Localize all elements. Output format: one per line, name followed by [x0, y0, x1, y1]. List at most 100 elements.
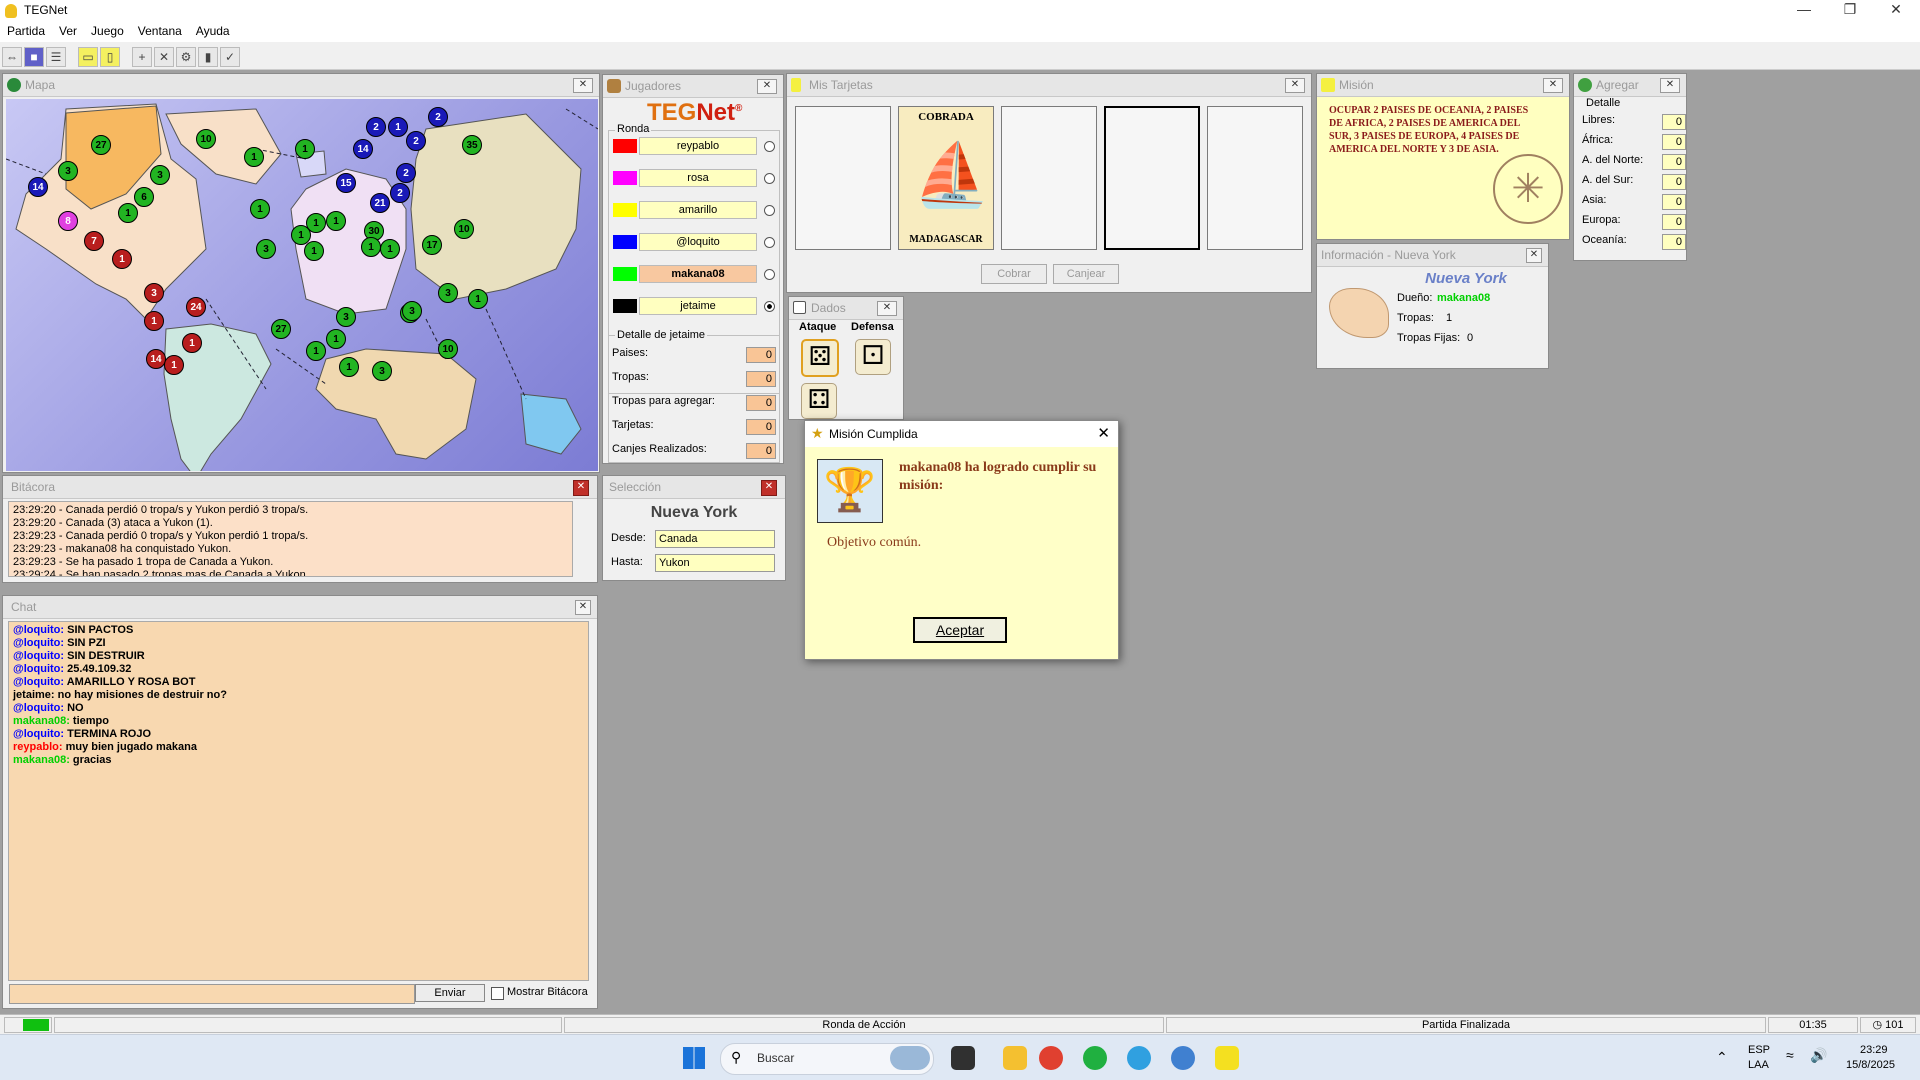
dice-icon[interactable]: ■: [24, 47, 44, 67]
chat-close-button[interactable]: ✕: [575, 600, 591, 615]
army-marker[interactable]: 1: [182, 333, 202, 353]
army-marker[interactable]: 1: [326, 211, 346, 231]
tray-chevron-icon[interactable]: ⌃: [1716, 1049, 1728, 1066]
add-troops-icon[interactable]: +: [132, 47, 152, 67]
close-icon[interactable]: ✕: [1876, 1, 1916, 18]
player-row[interactable]: @loquito: [613, 233, 775, 251]
player-radio[interactable]: [764, 301, 775, 312]
army-marker[interactable]: 1: [361, 237, 381, 257]
to-field[interactable]: Yukon: [655, 554, 775, 572]
army-marker[interactable]: 3: [438, 283, 458, 303]
menu-ventana[interactable]: Ventana: [131, 22, 189, 38]
player-radio[interactable]: [764, 173, 775, 184]
dice-close-button[interactable]: ✕: [877, 301, 897, 316]
get-card-icon[interactable]: ▮: [198, 47, 218, 67]
player-radio[interactable]: [764, 141, 775, 152]
from-field[interactable]: Canada: [655, 530, 775, 548]
selection-close-button[interactable]: ✕: [761, 480, 777, 496]
whatsapp-icon[interactable]: [1083, 1046, 1107, 1070]
file-explorer-icon[interactable]: [1003, 1046, 1027, 1070]
menu-partida[interactable]: Partida: [0, 22, 52, 38]
mission-icon[interactable]: ▯: [100, 47, 120, 67]
army-marker[interactable]: 27: [91, 135, 111, 155]
card-icon[interactable]: ▭: [78, 47, 98, 67]
player-row[interactable]: amarillo: [613, 201, 775, 219]
army-marker[interactable]: 1: [144, 311, 164, 331]
army-marker[interactable]: 3: [150, 165, 170, 185]
windows-start-icon[interactable]: [683, 1047, 705, 1069]
army-marker[interactable]: 1: [304, 241, 324, 261]
map-close-button[interactable]: ✕: [573, 78, 593, 93]
player-radio[interactable]: [764, 237, 775, 248]
army-marker[interactable]: 1: [164, 355, 184, 375]
army-marker[interactable]: 15: [336, 173, 356, 193]
player-radio[interactable]: [764, 205, 775, 216]
accept-button[interactable]: Aceptar: [913, 617, 1007, 643]
cards-close-button[interactable]: ✕: [1285, 78, 1305, 93]
player-row[interactable]: reypablo: [613, 137, 775, 155]
army-marker[interactable]: 27: [271, 319, 291, 339]
army-marker[interactable]: 3: [402, 301, 422, 321]
clock-time[interactable]: 23:29: [1860, 1044, 1888, 1056]
maximize-icon[interactable]: ❐: [1830, 1, 1870, 18]
dialog-close-icon[interactable]: ✕: [1097, 421, 1110, 447]
app-icon-blue[interactable]: [1171, 1046, 1195, 1070]
menu-ver[interactable]: Ver: [52, 22, 84, 38]
army-marker[interactable]: 1: [388, 117, 408, 137]
army-marker[interactable]: 35: [462, 135, 482, 155]
army-marker[interactable]: 10: [454, 219, 474, 239]
show-log-checkbox[interactable]: [491, 987, 504, 1000]
exchange-button[interactable]: Canjear: [1053, 264, 1119, 284]
terminal-icon[interactable]: [951, 1046, 975, 1070]
volume-icon[interactable]: 🔊: [1810, 1047, 1827, 1064]
army-marker[interactable]: 24: [186, 297, 206, 317]
army-marker[interactable]: 1: [250, 199, 270, 219]
card-madagascar[interactable]: COBRADA ⛵ MADAGASCAR: [898, 106, 994, 250]
army-marker[interactable]: 1: [244, 147, 264, 167]
lang-2[interactable]: LAA: [1748, 1059, 1769, 1071]
mission-close-button[interactable]: ✕: [1543, 78, 1563, 93]
army-marker[interactable]: 1: [468, 289, 488, 309]
card-slot-1[interactable]: [795, 106, 891, 250]
send-button[interactable]: Enviar: [415, 984, 485, 1002]
army-marker[interactable]: 2: [428, 107, 448, 127]
minimize-icon[interactable]: —: [1784, 1, 1824, 17]
attack-icon[interactable]: ✕: [154, 47, 174, 67]
chrome-icon[interactable]: [1039, 1046, 1063, 1070]
menu-juego[interactable]: Juego: [84, 22, 131, 38]
regroup-icon[interactable]: ⚙: [176, 47, 196, 67]
army-marker[interactable]: 3: [336, 307, 356, 327]
army-marker[interactable]: 1: [339, 357, 359, 377]
lang-1[interactable]: ESP: [1748, 1044, 1770, 1056]
connect-icon[interactable]: ⇔: [2, 47, 22, 67]
army-marker[interactable]: 1: [380, 239, 400, 259]
end-turn-icon[interactable]: ✓: [220, 47, 240, 67]
army-marker[interactable]: 1: [295, 139, 315, 159]
wifi-icon[interactable]: ≈: [1786, 1047, 1794, 1063]
army-marker[interactable]: 2: [390, 183, 410, 203]
chat-input[interactable]: [9, 984, 415, 1004]
menu-ayuda[interactable]: Ayuda: [189, 22, 237, 38]
list-icon[interactable]: ☰: [46, 47, 66, 67]
army-marker[interactable]: 3: [144, 283, 164, 303]
army-marker[interactable]: 2: [396, 163, 416, 183]
army-marker[interactable]: 6: [134, 187, 154, 207]
army-marker[interactable]: 3: [372, 361, 392, 381]
army-marker[interactable]: 2: [406, 131, 426, 151]
army-marker[interactable]: 14: [28, 177, 48, 197]
army-marker[interactable]: 17: [422, 235, 442, 255]
player-radio[interactable]: [764, 269, 775, 280]
telegram-icon[interactable]: [1127, 1046, 1151, 1070]
info-close-button[interactable]: ✕: [1526, 248, 1542, 263]
add-close-button[interactable]: ✕: [1660, 78, 1680, 93]
army-marker[interactable]: 1: [118, 203, 138, 223]
clock-date[interactable]: 15/8/2025: [1846, 1059, 1895, 1071]
army-marker[interactable]: 1: [306, 341, 326, 361]
army-marker[interactable]: 1: [112, 249, 132, 269]
players-close-button[interactable]: ✕: [757, 79, 777, 94]
army-marker[interactable]: 14: [353, 139, 373, 159]
world-map[interactable]: 27 10 3 14 3 6 1 8 7 1 1 1 2 1 2 14 2 2 35 15 2 21 1 1 1 1 30 10 17 3…: [6, 99, 598, 471]
army-marker[interactable]: 3: [256, 239, 276, 259]
army-marker[interactable]: 7: [84, 231, 104, 251]
army-marker[interactable]: 14: [146, 349, 166, 369]
